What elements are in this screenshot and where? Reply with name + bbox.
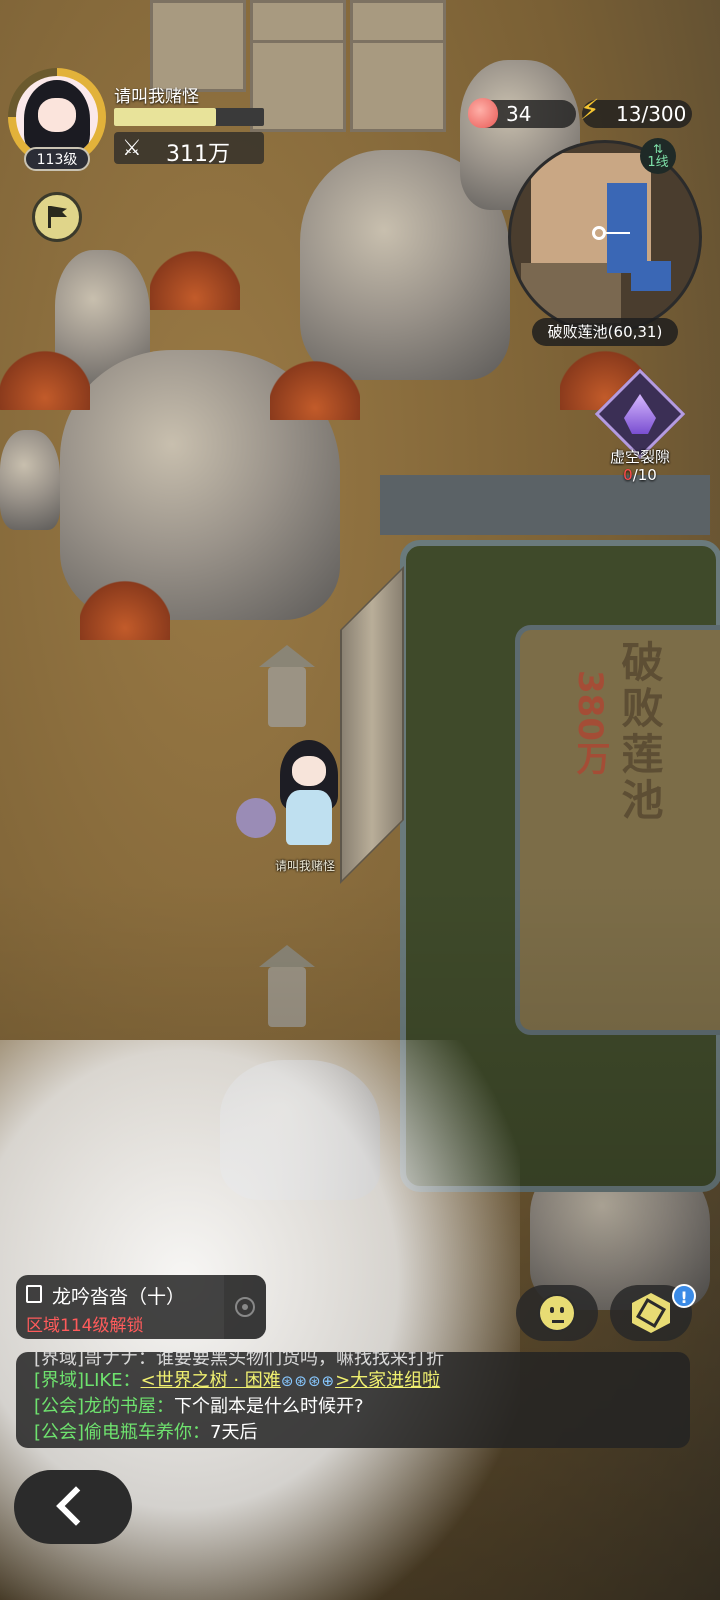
zone-watermark: 破败莲池 380万 bbox=[560, 640, 710, 860]
rift-total: /10 bbox=[632, 466, 657, 484]
autumn-bush bbox=[150, 250, 240, 310]
chat-box[interactable]: [界域]哥ナナ：谁要要黑头物们货吗，嘛找找来打折 [界域]LIKE：<世界之树 … bbox=[16, 1352, 690, 1448]
switch-icon: ⇅ bbox=[652, 142, 664, 156]
combat-power-value: 311万 bbox=[166, 142, 230, 167]
difficulty-icons: ⊛⊛⊛⊕ bbox=[280, 1372, 336, 1390]
chat-message: [公会]龙的书屋：下个副本是什么时候开? bbox=[34, 1392, 364, 1418]
chat-channel: [界域]LIKE： bbox=[34, 1370, 141, 1391]
dungeon-link-end: >大家进组啦 bbox=[335, 1370, 441, 1391]
quest-locate-button[interactable] bbox=[224, 1275, 266, 1339]
chevron-left-icon bbox=[56, 1486, 96, 1526]
energy-count: 13/300 bbox=[616, 102, 687, 126]
emoji-button[interactable] bbox=[516, 1285, 598, 1341]
xp-bar bbox=[114, 108, 264, 126]
lightning-icon: ⚡ bbox=[580, 93, 600, 126]
chat-message: [公会]偷电瓶车养你：7天后 bbox=[34, 1418, 258, 1444]
server-line-label: 1线 bbox=[647, 155, 669, 170]
flag-button[interactable] bbox=[32, 192, 82, 242]
chat-message: [界域]LIKE：<世界之树 · 困难⊛⊛⊛⊕>大家进组啦 bbox=[34, 1366, 440, 1392]
notification-badge: ! bbox=[672, 1284, 696, 1308]
map-direction-line bbox=[606, 232, 630, 234]
quest-title: 龙吟沓沓（十） bbox=[52, 1286, 186, 1308]
avatar[interactable] bbox=[16, 76, 98, 158]
emoji-face-icon bbox=[538, 1294, 576, 1332]
username: 请叫我赌怪 bbox=[114, 87, 199, 107]
rift-current: 0 bbox=[623, 466, 633, 484]
location-coordinates: 破败莲池(60,31) bbox=[532, 318, 678, 346]
quest-unlock-requirement: 区域114级解锁 bbox=[26, 1316, 144, 1336]
crossed-swords-icon: ⚔ bbox=[122, 136, 142, 161]
stone-tile bbox=[150, 0, 246, 92]
rift-label: 虚空裂隙 bbox=[609, 448, 670, 466]
autumn-bush bbox=[0, 350, 90, 410]
back-button[interactable] bbox=[14, 1470, 132, 1544]
rift-count: 0/10 bbox=[600, 466, 680, 484]
flag-icon bbox=[48, 206, 71, 228]
energy-resource[interactable]: ⚡ 13/300 bbox=[580, 96, 692, 128]
quest-scroll-icon bbox=[26, 1285, 42, 1303]
zone-recommended-power: 380万 bbox=[570, 670, 610, 775]
stone-lantern bbox=[252, 645, 322, 735]
xp-bar-fill bbox=[114, 108, 216, 126]
zone-name: 破败莲池 bbox=[615, 640, 664, 824]
map-player-marker bbox=[592, 226, 606, 240]
player-character bbox=[270, 740, 350, 850]
void-rift-button[interactable]: 虚空裂隙 0/10 bbox=[594, 368, 686, 492]
chat-channel: [公会]龙的书屋： bbox=[34, 1396, 175, 1417]
dungeon-link[interactable]: <世界之树 · 困难 bbox=[141, 1370, 281, 1391]
peach-resource[interactable]: 34 bbox=[468, 98, 576, 128]
combat-power: ⚔ 311万 bbox=[114, 132, 264, 167]
chat-channel: [公会]偷电瓶车养你： bbox=[34, 1422, 211, 1443]
boulder bbox=[0, 430, 60, 530]
autumn-bush bbox=[270, 360, 360, 420]
level-badge: 113级 bbox=[24, 147, 90, 171]
peach-count: 34 bbox=[506, 102, 532, 126]
peach-icon bbox=[468, 98, 498, 128]
autumn-bush bbox=[80, 580, 170, 640]
stone-tile bbox=[250, 40, 346, 132]
chat-text: 下个副本是什么时候开? bbox=[174, 1396, 364, 1417]
stone-tile bbox=[350, 40, 446, 132]
server-line-button[interactable]: ⇅ 1线 bbox=[640, 138, 676, 174]
player-name-tag: 请叫我赌怪 bbox=[274, 859, 335, 873]
chat-text: 7天后 bbox=[210, 1422, 258, 1443]
